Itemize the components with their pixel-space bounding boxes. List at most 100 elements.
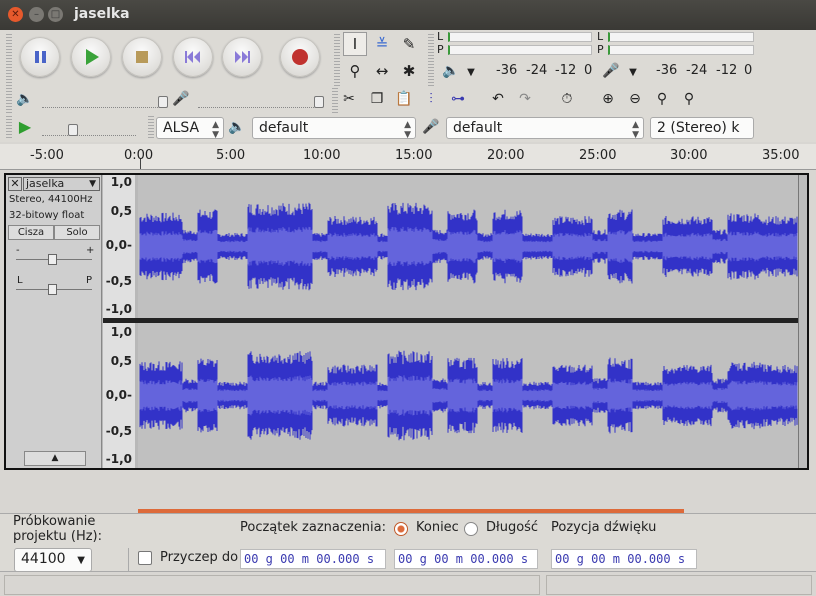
fit-project-icon[interactable]: ⚲ <box>678 88 700 110</box>
meter-label-left: L <box>597 30 604 43</box>
window-title: jaselka <box>74 6 130 22</box>
copy-icon[interactable]: ❐ <box>366 88 388 110</box>
selection-start-time[interactable]: 00 g 00 m 00.000 s <box>240 549 386 569</box>
record-icon <box>292 49 308 65</box>
ruler-label: 10:00 <box>303 148 341 163</box>
toolbar-grip[interactable] <box>6 34 12 86</box>
undo-icon[interactable]: ↶ <box>487 88 509 110</box>
zoom-out-icon[interactable]: ⊖ <box>624 88 646 110</box>
play-speed-slider[interactable] <box>42 120 136 136</box>
chevron-down-icon[interactable]: ▼ <box>460 62 482 84</box>
audio-position-time[interactable]: 00 g 00 m 00.000 s <box>551 549 697 569</box>
timeshift-tool-icon[interactable]: ↔ <box>370 59 394 83</box>
toolbar-grip[interactable] <box>148 116 154 140</box>
zoom-in-icon[interactable]: ⊕ <box>597 88 619 110</box>
fit-selection-icon[interactable]: ⚲ <box>651 88 673 110</box>
input-device-select[interactable]: default ▲ ▼ <box>446 117 644 140</box>
stop-icon <box>136 51 148 63</box>
track-bitdepth-info: 32-bitowy float <box>9 210 85 221</box>
pause-icon <box>35 51 46 63</box>
selection-end-time[interactable]: 00 g 00 m 00.000 s <box>394 549 538 569</box>
snap-to-checkbox[interactable] <box>138 551 152 565</box>
vertical-scale-right: 1,0 0,5 0,0- -0,5 -1,0 <box>103 323 135 468</box>
audio-host-select[interactable]: ALSA ▲ ▼ <box>156 117 224 140</box>
ruler-label: 5:00 <box>216 148 246 163</box>
meter-label-right: P <box>437 43 444 56</box>
microphone-icon: 🎤 <box>422 119 440 135</box>
toolbar-grip[interactable] <box>6 116 12 140</box>
ruler-label: 35:00 <box>762 148 800 163</box>
close-track-icon[interactable]: ✕ <box>8 177 22 191</box>
chevron-down-icon[interactable]: ▼ <box>622 62 644 84</box>
meter-tick: -12 <box>716 63 738 78</box>
mute-button[interactable]: Cisza <box>8 225 54 240</box>
speaker-icon: 🔈 <box>228 119 246 135</box>
record-meter[interactable]: L P <box>434 30 592 58</box>
close-window-icon[interactable]: ✕ <box>8 7 23 22</box>
gain-slider[interactable] <box>16 254 92 265</box>
ruler-label: 25:00 <box>579 148 617 163</box>
pan-right-label: P <box>86 275 93 286</box>
trim-icon[interactable]: ⫶ <box>420 88 442 110</box>
pan-slider[interactable] <box>16 284 92 295</box>
sync-lock-icon[interactable]: ⏱ <box>556 88 578 110</box>
skip-start-button[interactable] <box>173 37 213 77</box>
track-end <box>798 175 807 468</box>
status-bar <box>0 571 816 596</box>
speaker-icon[interactable]: 🔈 <box>440 60 462 82</box>
waveform-channel-left[interactable] <box>138 175 798 318</box>
microphone-icon: 🎤 <box>172 91 190 107</box>
end-radio-label: Koniec <box>416 520 459 535</box>
track-panel[interactable]: ✕ jaselka ▼ Stereo, 44100Hz 32-bitowy flo… <box>4 173 809 470</box>
playback-meter[interactable]: L P <box>594 30 754 58</box>
output-device-select[interactable]: default ▲ ▼ <box>252 117 416 140</box>
minimize-window-icon[interactable]: – <box>29 7 44 22</box>
speaker-icon: 🔈 <box>16 91 34 107</box>
multi-tool-icon[interactable]: ✱ <box>397 59 421 83</box>
snap-to-label: Przyczep do <box>160 550 239 565</box>
draw-tool-icon[interactable]: ✎ <box>397 32 421 56</box>
waveform-channel-right[interactable] <box>138 323 798 468</box>
project-rate-label: Próbkowanie projektu (Hz): <box>13 514 102 544</box>
meter-tick: -24 <box>686 63 708 78</box>
collapse-track-button[interactable]: ▲ <box>24 451 86 466</box>
project-rate-select[interactable]: 44100 ▼ <box>14 548 92 572</box>
solo-button[interactable]: Solo <box>54 225 100 240</box>
envelope-tool-icon[interactable]: ≚ <box>370 32 394 56</box>
length-radio[interactable] <box>464 522 478 536</box>
channels-select[interactable]: 2 (Stereo) k <box>650 117 754 139</box>
status-text-field <box>4 575 540 595</box>
pan-left-label: L <box>17 275 23 286</box>
pause-button[interactable] <box>20 37 60 77</box>
record-volume-slider[interactable] <box>198 92 324 108</box>
status-rate-field <box>546 575 812 595</box>
timeline-ruler[interactable]: -5:00 0:00 5:00 10:00 15:00 20:00 25:00 … <box>0 144 816 170</box>
ruler-label: 20:00 <box>487 148 525 163</box>
end-radio[interactable] <box>394 522 408 536</box>
play-at-speed-icon[interactable]: ▶ <box>14 116 36 138</box>
ruler-label: -5:00 <box>30 148 64 163</box>
play-icon <box>86 49 99 65</box>
microphone-icon[interactable]: 🎤 <box>600 60 622 82</box>
zoom-tool-icon[interactable]: ⚲ <box>343 59 367 83</box>
toolbar-grip[interactable] <box>334 34 340 86</box>
cut-icon[interactable]: ✂ <box>338 88 360 110</box>
stop-button[interactable] <box>122 37 162 77</box>
selection-start-label: Początek zaznaczenia: <box>240 520 387 535</box>
ruler-label: 0:00 <box>124 148 154 163</box>
selection-toolbar: Próbkowanie projektu (Hz): 44100 ▼ Przycz… <box>0 513 816 572</box>
silence-icon[interactable]: ⊶ <box>447 88 469 110</box>
meter-tick: 0 <box>744 63 753 78</box>
redo-icon[interactable]: ↷ <box>514 88 536 110</box>
paste-icon[interactable]: 📋 <box>393 88 415 110</box>
maximize-window-icon[interactable]: □ <box>48 7 63 22</box>
skip-end-button[interactable] <box>222 37 262 77</box>
record-button[interactable] <box>280 37 320 77</box>
track-name-menu[interactable]: jaselka ▼ <box>23 177 100 191</box>
toolbar-grip[interactable] <box>6 88 12 114</box>
chevron-down-icon: ▼ <box>77 555 85 566</box>
playback-volume-slider[interactable] <box>42 92 168 108</box>
title-bar: ✕ – □ jaselka <box>0 0 816 30</box>
selection-tool-icon[interactable]: I <box>343 32 367 56</box>
play-button[interactable] <box>71 37 111 77</box>
